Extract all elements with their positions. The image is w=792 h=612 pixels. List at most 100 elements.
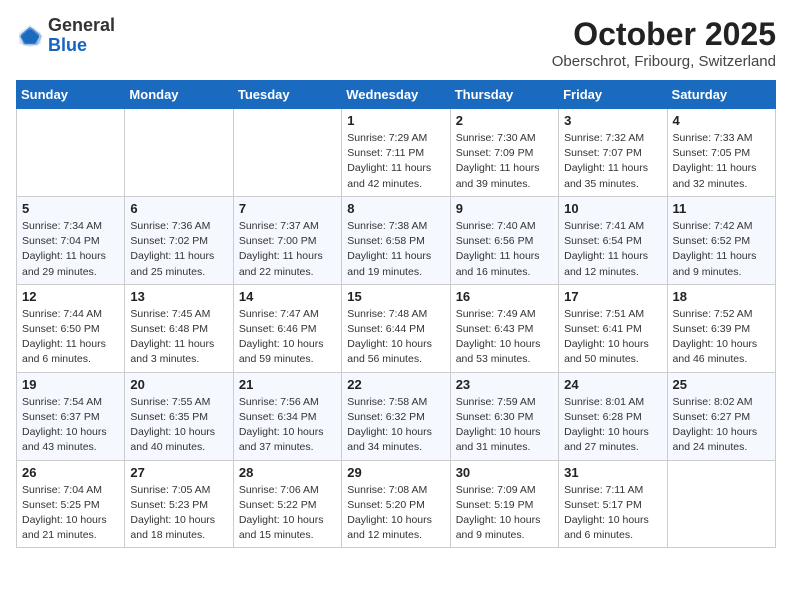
week-row-1: 1Sunrise: 7:29 AM Sunset: 7:11 PM Daylig… [17,109,776,197]
day-cell: 23Sunrise: 7:59 AM Sunset: 6:30 PM Dayli… [450,372,558,460]
day-cell [125,109,233,197]
day-cell: 9 Sunrise: 7:40 AM Sunset: 6:56 PM Daylig… [450,196,558,284]
day-cell: 6 Sunrise: 7:36 AM Sunset: 7:02 PM Daylig… [125,196,233,284]
day-number: 29 [347,465,444,480]
week-row-5: 26 Sunrise: 7:04 AM Sunset: 5:25 PM Dayli… [17,460,776,548]
logo-icon [16,22,44,50]
day-number: 27 [130,465,227,480]
day-detail: Sunrise: 7:49 AM Sunset: 6:43 PM Dayligh… [456,307,553,368]
day-detail: Sunrise: 7:09 AM Sunset: 5:19 PM Dayligh… [456,483,553,544]
day-detail: Sunrise: 7:58 AM Sunset: 6:32 PM Dayligh… [347,395,444,456]
day-cell: 16 Sunrise: 7:49 AM Sunset: 6:43 PM Dayli… [450,284,558,372]
day-detail: Sunrise: 7:48 AM Sunset: 6:44 PM Dayligh… [347,307,444,368]
day-detail: Sunrise: 7:51 AM Sunset: 6:41 PM Dayligh… [564,307,661,368]
weekday-header-thursday: Thursday [450,81,558,109]
page-header: General Blue October 2025 Oberschrot, Fr… [16,16,776,70]
day-cell [233,109,341,197]
weekday-header-row: SundayMondayTuesdayWednesdayThursdayFrid… [17,81,776,109]
weekday-header-monday: Monday [125,81,233,109]
day-cell [17,109,125,197]
day-number: 9 [456,201,553,216]
week-row-4: 19 Sunrise: 7:54 AM Sunset: 6:37 PM Dayli… [17,372,776,460]
weekday-header-friday: Friday [559,81,667,109]
day-detail: Sunrise: 7:38 AM Sunset: 6:58 PM Dayligh… [347,219,444,280]
day-detail: Sunrise: 7:30 AM Sunset: 7:09 PM Dayligh… [456,131,553,192]
day-cell: 29 Sunrise: 7:08 AM Sunset: 5:20 PM Dayli… [342,460,450,548]
day-cell: 18Sunrise: 7:52 AM Sunset: 6:39 PM Dayli… [667,284,775,372]
day-detail: Sunrise: 7:40 AM Sunset: 6:56 PM Dayligh… [456,219,553,280]
day-number: 19 [22,377,119,392]
weekday-header-tuesday: Tuesday [233,81,341,109]
day-number: 6 [130,201,227,216]
day-detail: Sunrise: 7:05 AM Sunset: 5:23 PM Dayligh… [130,483,227,544]
week-row-2: 5 Sunrise: 7:34 AM Sunset: 7:04 PM Daylig… [17,196,776,284]
day-cell: 12Sunrise: 7:44 AM Sunset: 6:50 PM Dayli… [17,284,125,372]
day-cell: 22 Sunrise: 7:58 AM Sunset: 6:32 PM Dayli… [342,372,450,460]
day-cell: 17 Sunrise: 7:51 AM Sunset: 6:41 PM Dayli… [559,284,667,372]
day-cell: 26 Sunrise: 7:04 AM Sunset: 5:25 PM Dayli… [17,460,125,548]
day-number: 22 [347,377,444,392]
logo-blue: Blue [48,35,87,55]
week-row-3: 12Sunrise: 7:44 AM Sunset: 6:50 PM Dayli… [17,284,776,372]
day-detail: Sunrise: 7:04 AM Sunset: 5:25 PM Dayligh… [22,483,119,544]
day-detail: Sunrise: 7:45 AM Sunset: 6:48 PM Dayligh… [130,307,227,368]
day-cell: 15 Sunrise: 7:48 AM Sunset: 6:44 PM Dayli… [342,284,450,372]
day-cell: 7 Sunrise: 7:37 AM Sunset: 7:00 PM Daylig… [233,196,341,284]
day-number: 20 [130,377,227,392]
day-number: 8 [347,201,444,216]
day-number: 11 [673,201,770,216]
day-cell: 8 Sunrise: 7:38 AM Sunset: 6:58 PM Daylig… [342,196,450,284]
day-cell: 13Sunrise: 7:45 AM Sunset: 6:48 PM Dayli… [125,284,233,372]
day-number: 4 [673,113,770,128]
day-number: 5 [22,201,119,216]
weekday-header-saturday: Saturday [667,81,775,109]
logo: General Blue [16,16,115,56]
day-cell: 21 Sunrise: 7:56 AM Sunset: 6:34 PM Dayli… [233,372,341,460]
day-cell: 2 Sunrise: 7:30 AM Sunset: 7:09 PM Daylig… [450,109,558,197]
day-number: 24 [564,377,661,392]
day-cell: 24 Sunrise: 8:01 AM Sunset: 6:28 PM Dayli… [559,372,667,460]
day-detail: Sunrise: 7:42 AM Sunset: 6:52 PM Dayligh… [673,219,770,280]
day-number: 12 [22,289,119,304]
day-number: 30 [456,465,553,480]
day-detail: Sunrise: 7:54 AM Sunset: 6:37 PM Dayligh… [22,395,119,456]
month-title: October 2025 [552,16,776,53]
day-cell: 19 Sunrise: 7:54 AM Sunset: 6:37 PM Dayli… [17,372,125,460]
day-number: 18 [673,289,770,304]
day-cell: 14Sunrise: 7:47 AM Sunset: 6:46 PM Dayli… [233,284,341,372]
day-cell: 27 Sunrise: 7:05 AM Sunset: 5:23 PM Dayli… [125,460,233,548]
day-detail: Sunrise: 7:34 AM Sunset: 7:04 PM Dayligh… [22,219,119,280]
logo-text: General Blue [48,16,115,56]
day-number: 3 [564,113,661,128]
day-number: 2 [456,113,553,128]
day-cell: 25Sunrise: 8:02 AM Sunset: 6:27 PM Dayli… [667,372,775,460]
day-detail: Sunrise: 7:56 AM Sunset: 6:34 PM Dayligh… [239,395,336,456]
day-detail: Sunrise: 7:08 AM Sunset: 5:20 PM Dayligh… [347,483,444,544]
day-number: 16 [456,289,553,304]
day-number: 10 [564,201,661,216]
day-number: 17 [564,289,661,304]
calendar-table: SundayMondayTuesdayWednesdayThursdayFrid… [16,80,776,548]
day-cell: 20 Sunrise: 7:55 AM Sunset: 6:35 PM Dayli… [125,372,233,460]
day-number: 1 [347,113,444,128]
day-number: 21 [239,377,336,392]
day-cell: 10Sunrise: 7:41 AM Sunset: 6:54 PM Dayli… [559,196,667,284]
day-number: 7 [239,201,336,216]
day-number: 26 [22,465,119,480]
day-detail: Sunrise: 7:55 AM Sunset: 6:35 PM Dayligh… [130,395,227,456]
logo-general: General [48,15,115,35]
day-detail: Sunrise: 8:01 AM Sunset: 6:28 PM Dayligh… [564,395,661,456]
title-block: October 2025 Oberschrot, Fribourg, Switz… [552,16,776,70]
day-number: 31 [564,465,661,480]
day-detail: Sunrise: 7:36 AM Sunset: 7:02 PM Dayligh… [130,219,227,280]
location: Oberschrot, Fribourg, Switzerland [552,53,776,70]
day-number: 14 [239,289,336,304]
day-number: 15 [347,289,444,304]
day-detail: Sunrise: 8:02 AM Sunset: 6:27 PM Dayligh… [673,395,770,456]
day-cell: 11 Sunrise: 7:42 AM Sunset: 6:52 PM Dayli… [667,196,775,284]
day-detail: Sunrise: 7:33 AM Sunset: 7:05 PM Dayligh… [673,131,770,192]
day-detail: Sunrise: 7:37 AM Sunset: 7:00 PM Dayligh… [239,219,336,280]
day-cell: 5 Sunrise: 7:34 AM Sunset: 7:04 PM Daylig… [17,196,125,284]
weekday-header-sunday: Sunday [17,81,125,109]
day-cell: 31Sunrise: 7:11 AM Sunset: 5:17 PM Dayli… [559,460,667,548]
